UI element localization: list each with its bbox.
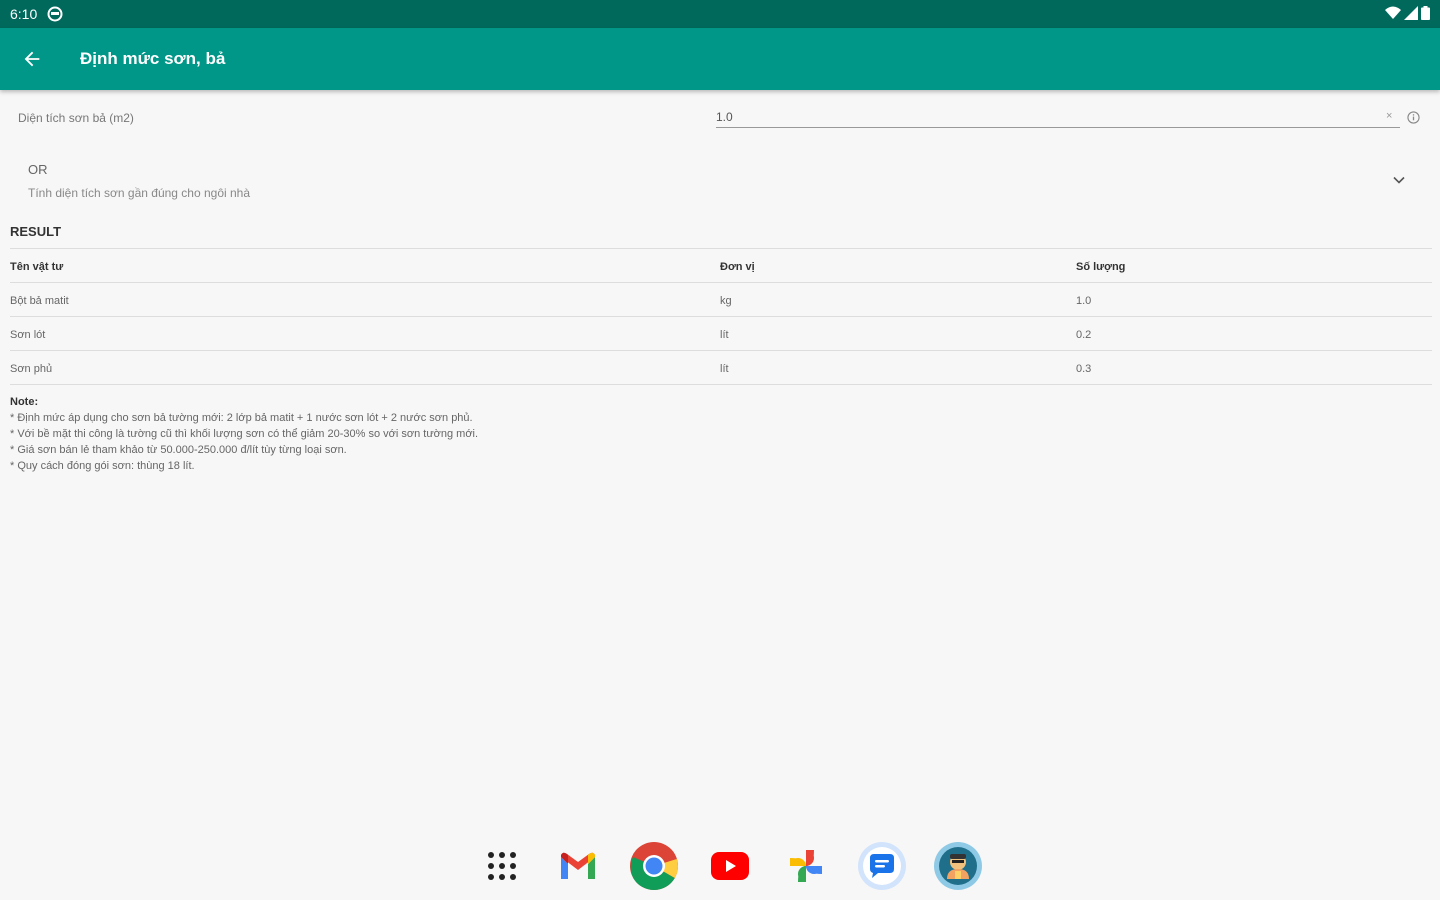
- messages-button[interactable]: [856, 840, 908, 892]
- cell-material: Sơn phủ: [10, 363, 53, 375]
- cell-unit: lít: [720, 329, 729, 341]
- cell-material: Sơn lót: [10, 329, 46, 341]
- table-row: Bột bả matit kg 1.0: [10, 283, 1432, 317]
- photos-button[interactable]: [780, 840, 832, 892]
- note-line: * Giá sơn bán lẻ tham khảo từ 50.000-250…: [10, 444, 347, 456]
- chevron-down-icon[interactable]: [1391, 172, 1407, 193]
- expander-title: OR: [28, 162, 48, 177]
- main-content: Diện tích sơn bả (m2) × OR Tính diện tíc…: [0, 90, 1440, 472]
- chrome-icon: [630, 842, 678, 891]
- wifi-icon: [1385, 6, 1401, 23]
- cell-quantity: 0.3: [1076, 363, 1092, 375]
- expander-subtitle: Tính diện tích sơn gần đúng cho ngôi nhà: [28, 186, 251, 200]
- status-bar: 6:10: [0, 0, 1440, 28]
- note-line: * Với bề mặt thi công là tường cũ thì kh…: [10, 428, 479, 440]
- app-dock: [470, 836, 990, 896]
- header-quantity: Số lượng: [1076, 261, 1126, 273]
- youtube-icon: [711, 852, 749, 880]
- cell-material: Bột bả matit: [10, 295, 69, 307]
- photos-icon: [790, 850, 822, 882]
- cell-unit: lít: [720, 363, 729, 375]
- cell-quantity: 1.0: [1076, 295, 1092, 307]
- info-icon[interactable]: [1407, 111, 1420, 129]
- notification-icon: [47, 6, 63, 22]
- cell-unit: kg: [720, 295, 732, 307]
- result-heading: RESULT: [10, 224, 62, 239]
- header-material: Tên vật tư: [10, 261, 64, 273]
- app-bar: Định mức sơn, bả: [0, 28, 1440, 90]
- table-row: Sơn phủ lít 0.3: [10, 351, 1432, 385]
- gmail-button[interactable]: [552, 840, 604, 892]
- battery-icon: [1421, 5, 1430, 23]
- note-block: Note: * Định mức áp dụng cho sơn bả tườn…: [10, 394, 478, 474]
- status-time: 6:10: [10, 6, 38, 22]
- page-title: Định mức sơn, bả: [80, 49, 226, 68]
- clear-button[interactable]: ×: [1386, 110, 1392, 122]
- table-row: Sơn lót lít 0.2: [10, 317, 1432, 351]
- cell-quantity: 0.2: [1076, 329, 1092, 341]
- app-icon: [934, 842, 982, 890]
- area-input[interactable]: [716, 106, 1400, 128]
- result-table: Tên vật tư Đơn vị Số lượng Bột bả matit …: [10, 248, 1432, 385]
- table-header-row: Tên vật tư Đơn vị Số lượng: [10, 249, 1432, 283]
- gmail-icon: [561, 852, 595, 879]
- app-button[interactable]: [932, 840, 984, 892]
- header-unit: Đơn vị: [720, 261, 755, 273]
- note-line: * Định mức áp dụng cho sơn bả tường mới:…: [10, 412, 473, 424]
- back-button[interactable]: [0, 28, 64, 90]
- app-drawer-icon: [488, 852, 516, 880]
- area-row: Diện tích sơn bả (m2) ×: [0, 90, 1440, 150]
- arrow-back-icon: [24, 51, 40, 67]
- house-area-expander[interactable]: OR Tính diện tích sơn gần đúng cho ngôi …: [0, 150, 1440, 230]
- note-title: Note:: [10, 396, 39, 408]
- signal-icon: [1404, 5, 1418, 23]
- messages-icon: [858, 842, 906, 890]
- chrome-button[interactable]: [628, 840, 680, 892]
- app-drawer-button[interactable]: [476, 840, 528, 892]
- note-line: * Quy cách đóng gói sơn: thùng 18 lít.: [10, 460, 195, 472]
- youtube-button[interactable]: [704, 840, 756, 892]
- area-label: Diện tích sơn bả (m2): [18, 111, 134, 125]
